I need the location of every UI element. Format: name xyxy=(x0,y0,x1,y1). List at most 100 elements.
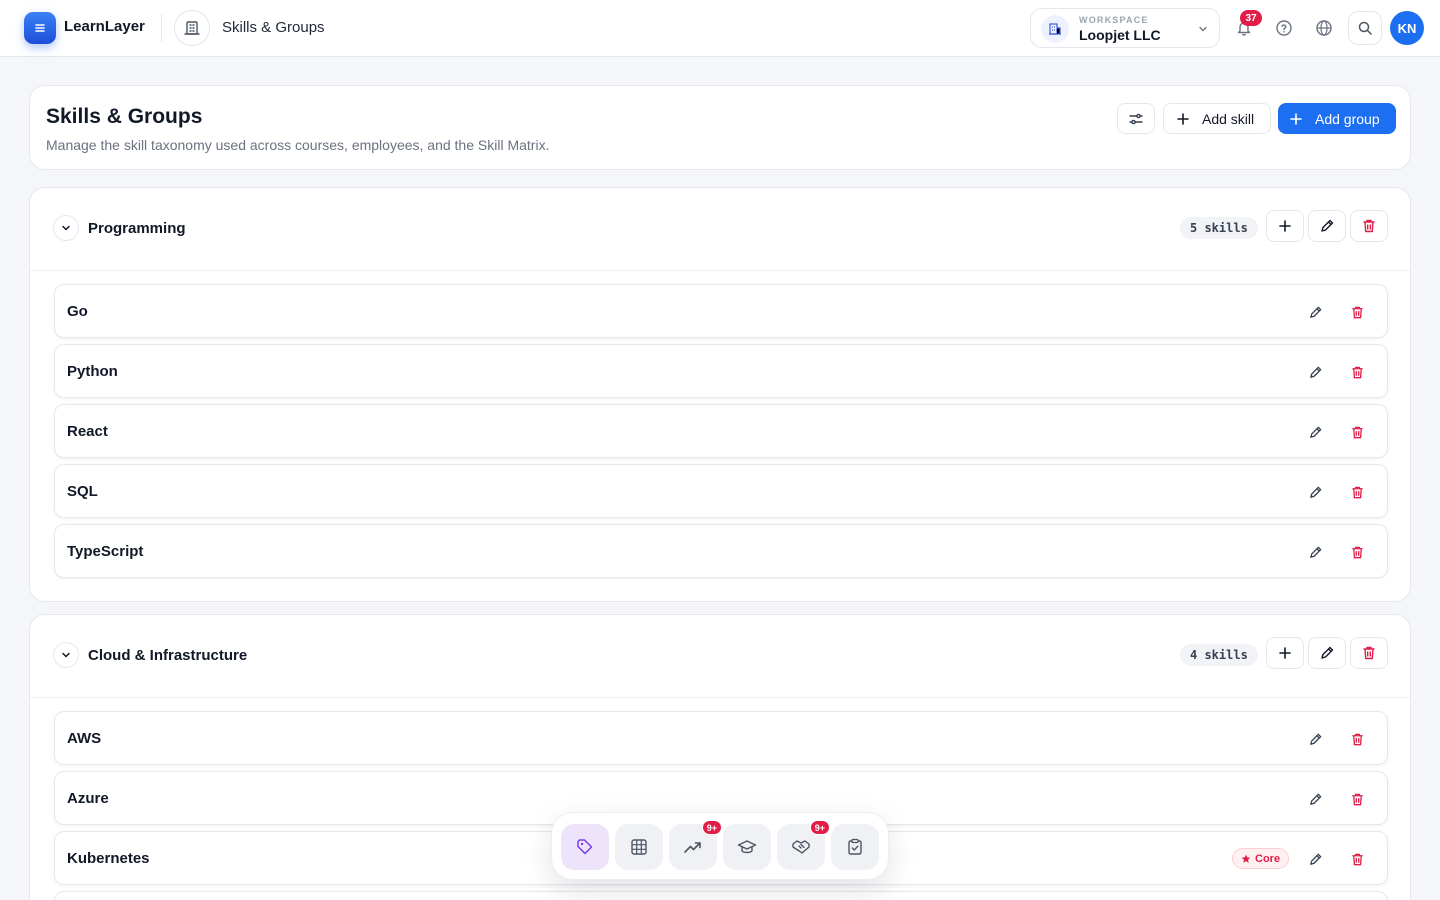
edit-skill-button[interactable] xyxy=(1303,787,1327,811)
skill-name: React xyxy=(67,423,108,440)
plus-icon xyxy=(1279,220,1291,232)
group-name: Programming xyxy=(88,220,186,237)
breadcrumb: Skills & Groups xyxy=(222,19,325,36)
menu-icon xyxy=(35,24,45,32)
dock-analytics-button[interactable]: 9+ xyxy=(669,820,722,870)
skill-name: SQL xyxy=(67,483,98,500)
search-button[interactable] xyxy=(1348,11,1382,45)
dock-skills-button[interactable] xyxy=(561,824,609,870)
page-title: Skills & Groups xyxy=(46,105,203,128)
building-icon xyxy=(174,10,210,46)
skill-name: TypeScript xyxy=(67,543,144,560)
trash-icon xyxy=(1351,486,1363,498)
delete-skill-button[interactable] xyxy=(1345,300,1369,324)
dock-matrix-button[interactable] xyxy=(615,824,663,870)
notification-count: 37 xyxy=(1240,10,1262,26)
delete-group-button[interactable] xyxy=(1350,637,1388,669)
dock-tasks-button[interactable] xyxy=(831,824,879,870)
pencil-icon xyxy=(1321,646,1334,659)
star-icon xyxy=(1241,854,1251,863)
delete-group-button[interactable] xyxy=(1350,210,1388,242)
help-button[interactable] xyxy=(1270,14,1298,42)
delete-skill-button[interactable] xyxy=(1345,360,1369,384)
add-skill-to-group-button[interactable] xyxy=(1266,637,1304,669)
divider xyxy=(161,14,162,42)
edit-skill-button[interactable] xyxy=(1303,300,1327,324)
menu-button[interactable] xyxy=(24,12,56,44)
page-header: Skills & Groups Manage the skill taxonom… xyxy=(29,85,1411,170)
workspace-name: Loopjet LLC xyxy=(1079,27,1161,43)
plus-icon xyxy=(1290,112,1302,125)
trending-up-icon xyxy=(684,842,701,853)
edit-skill-button[interactable] xyxy=(1303,847,1327,871)
collapse-group-button[interactable] xyxy=(53,642,79,668)
trash-icon xyxy=(1351,306,1363,318)
skill-row: SQL xyxy=(54,464,1388,518)
skill-row: TypeScript xyxy=(54,524,1388,578)
skill-row: Python xyxy=(54,344,1388,398)
chevron-down-icon xyxy=(62,225,70,231)
edit-group-button[interactable] xyxy=(1308,637,1346,669)
add-group-label: Add group xyxy=(1315,110,1380,127)
sliders-icon xyxy=(1129,113,1143,124)
page-subtitle: Manage the skill taxonomy used across co… xyxy=(46,137,550,153)
edit-skill-button[interactable] xyxy=(1303,360,1327,384)
edit-skill-button[interactable] xyxy=(1303,540,1327,564)
pencil-icon xyxy=(1309,366,1321,378)
language-button[interactable] xyxy=(1310,14,1338,42)
delete-skill-button[interactable] xyxy=(1345,787,1369,811)
core-badge: Core xyxy=(1232,848,1290,869)
add-group-button[interactable]: Add group xyxy=(1278,103,1396,134)
core-badge-label: Core xyxy=(1255,852,1281,865)
user-avatar[interactable]: KN xyxy=(1390,11,1424,45)
edit-skill-button[interactable] xyxy=(1303,420,1327,444)
group-header: Programming 5 skills xyxy=(30,188,1410,271)
add-skill-label: Add skill xyxy=(1202,110,1255,127)
collapse-group-button[interactable] xyxy=(53,215,79,241)
workspace-label: WORKSPACE xyxy=(1079,15,1149,25)
help-icon xyxy=(1276,20,1292,36)
grid-icon xyxy=(631,839,647,855)
chevron-down-icon xyxy=(62,652,70,658)
skill-group-card: Programming 5 skills Go Python React SQL… xyxy=(29,187,1411,602)
edit-skill-button[interactable] xyxy=(1303,480,1327,504)
skill-name: Azure xyxy=(67,790,109,807)
search-icon xyxy=(1358,21,1372,35)
pencil-icon xyxy=(1309,733,1321,745)
trash-icon xyxy=(1363,219,1375,233)
add-skill-button[interactable]: Add skill xyxy=(1163,103,1271,134)
delete-skill-button[interactable] xyxy=(1345,420,1369,444)
edit-skill-button[interactable] xyxy=(1303,727,1327,751)
trash-icon xyxy=(1351,426,1363,438)
skill-name: Go xyxy=(67,303,88,320)
handshake-icon xyxy=(792,840,810,854)
filter-button[interactable] xyxy=(1117,103,1155,134)
pencil-icon xyxy=(1309,486,1321,498)
skill-name: AWS xyxy=(67,730,102,747)
plus-icon xyxy=(1279,647,1291,659)
skill-row: React xyxy=(54,404,1388,458)
add-skill-to-group-button[interactable] xyxy=(1266,210,1304,242)
skill-name: Python xyxy=(67,363,118,380)
pencil-icon xyxy=(1309,853,1321,865)
pencil-icon xyxy=(1321,219,1334,232)
skill-row xyxy=(54,891,1388,900)
bottom-dock: 9+ 9+ xyxy=(551,812,889,880)
dock-mentoring-button[interactable]: 9+ xyxy=(777,820,830,870)
skill-row: AWS xyxy=(54,711,1388,765)
trash-icon xyxy=(1351,546,1363,558)
delete-skill-button[interactable] xyxy=(1345,540,1369,564)
skill-count-badge: 4 skills xyxy=(1180,644,1258,666)
dock-courses-button[interactable] xyxy=(723,824,771,870)
graduation-cap-icon xyxy=(737,840,757,854)
workspace-switcher[interactable]: WORKSPACE Loopjet LLC xyxy=(1030,8,1220,48)
delete-skill-button[interactable] xyxy=(1345,847,1369,871)
delete-skill-button[interactable] xyxy=(1345,480,1369,504)
edit-group-button[interactable] xyxy=(1308,210,1346,242)
delete-skill-button[interactable] xyxy=(1345,727,1369,751)
trash-icon xyxy=(1351,793,1363,805)
globe-icon xyxy=(1316,20,1332,36)
skill-row: Go xyxy=(54,284,1388,338)
chevron-down-icon xyxy=(1197,23,1209,35)
trash-icon xyxy=(1363,646,1375,660)
